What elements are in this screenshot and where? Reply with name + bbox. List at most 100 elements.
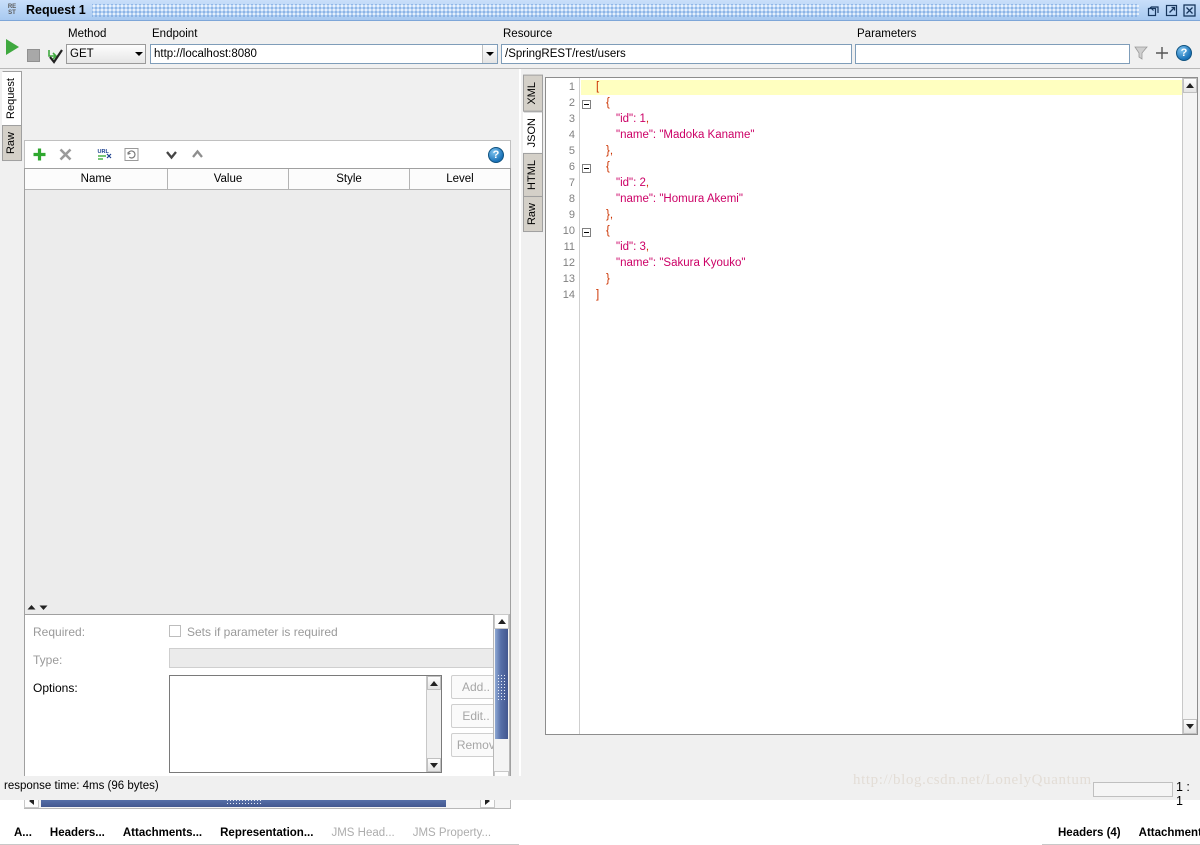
- code-line[interactable]: {: [606, 97, 610, 109]
- add-parameter-icon[interactable]: [30, 146, 48, 164]
- filter-params-icon[interactable]: [1133, 45, 1149, 61]
- line-number: 3: [568, 113, 575, 125]
- tab-html[interactable]: HTML: [523, 152, 543, 197]
- code-line[interactable]: },: [606, 209, 613, 221]
- response-viewer-panel: XML JSON HTML Raw 1 2 3 4 5 6 7 8 9 10 11 12 13 14 [{…: [521, 69, 1200, 845]
- options-scroll-up-icon[interactable]: [427, 676, 441, 690]
- line-number: 7: [568, 177, 575, 189]
- fold-toggle-icon[interactable]: [582, 228, 591, 237]
- line-number-gutter: 1 2 3 4 5 6 7 8 9 10 11 12 13 14: [546, 78, 580, 734]
- panel-splitter[interactable]: [24, 600, 511, 614]
- options-scroll-down-icon[interactable]: [427, 758, 441, 772]
- endpoint-label: Endpoint: [152, 28, 198, 40]
- code-line[interactable]: [: [596, 81, 599, 93]
- code-content[interactable]: [ { "id": 1, "name": "Madoka Kaname"}, { "id"…: [594, 78, 1181, 734]
- restore-window-icon[interactable]: [1145, 3, 1161, 18]
- line-number: 1: [568, 81, 575, 93]
- tab-attachments-request[interactable]: Attachments...: [114, 827, 211, 839]
- line-number: 4: [568, 129, 575, 141]
- detail-vertical-scrollbar[interactable]: [493, 614, 510, 786]
- tab-raw-request[interactable]: Raw: [2, 124, 22, 161]
- submit-request-button[interactable]: [6, 39, 19, 55]
- response-bottom-tabs: Headers (4) Attachments (0) SSL Info Rep…: [1042, 821, 1200, 845]
- window-controls: [1145, 3, 1197, 18]
- endpoint-dropdown-icon[interactable]: [482, 45, 497, 63]
- line-number: 2: [568, 97, 575, 109]
- close-window-icon[interactable]: [1181, 3, 1197, 18]
- code-line[interactable]: "name": "Madoka Kaname": [616, 129, 754, 141]
- column-header-value[interactable]: Value: [168, 169, 289, 190]
- code-line[interactable]: "name": "Sakura Kyouko": [616, 257, 746, 269]
- type-input[interactable]: [169, 648, 510, 668]
- column-header-name[interactable]: Name: [25, 169, 168, 190]
- type-label: Type:: [33, 653, 63, 667]
- tab-headers-response[interactable]: Headers (4): [1042, 827, 1130, 839]
- method-value: GET: [70, 48, 94, 60]
- code-line[interactable]: "name": "Homura Akemi": [616, 193, 743, 205]
- parameters-table[interactable]: Name Value Style Level: [24, 168, 511, 628]
- parameters-toolbar: URL ?: [24, 140, 511, 168]
- submit-and-validate-icon[interactable]: [46, 48, 64, 64]
- window-title: Request 1: [26, 3, 86, 17]
- fold-toggle-icon[interactable]: [582, 100, 591, 109]
- tab-xml[interactable]: XML: [523, 75, 543, 112]
- tab-headers-request[interactable]: Headers...: [41, 827, 114, 839]
- tab-request[interactable]: Request: [2, 71, 22, 126]
- detail-scroll-up-icon[interactable]: [494, 614, 509, 629]
- move-up-icon[interactable]: [188, 146, 206, 164]
- collapse-up-icon[interactable]: [26, 602, 37, 613]
- code-line[interactable]: }: [606, 273, 610, 285]
- response-json-editor[interactable]: 1 2 3 4 5 6 7 8 9 10 11 12 13 14 [{"id": 1, "name": "M…: [545, 77, 1198, 735]
- method-select[interactable]: GET: [66, 44, 146, 64]
- cursor-position-counter: 1 : 1: [1176, 780, 1190, 808]
- tab-jms-property[interactable]: JMS Property...: [404, 827, 500, 839]
- parameters-table-header: Name Value Style Level: [25, 169, 510, 190]
- code-line[interactable]: {: [606, 225, 610, 237]
- chevron-down-icon: [135, 52, 143, 56]
- cancel-request-button[interactable]: [27, 49, 40, 62]
- code-line[interactable]: "id": 1,: [616, 113, 649, 125]
- line-number: 6: [568, 161, 575, 173]
- help-icon[interactable]: ?: [1176, 45, 1192, 61]
- code-line[interactable]: "id": 3,: [616, 241, 649, 253]
- code-fold-column[interactable]: [580, 78, 594, 734]
- endpoint-input[interactable]: http://localhost:8080: [150, 44, 498, 64]
- maximize-window-icon[interactable]: [1163, 3, 1179, 18]
- editor-scroll-up-icon[interactable]: [1183, 78, 1197, 93]
- url-encode-icon[interactable]: URL: [96, 146, 114, 164]
- tab-json[interactable]: JSON: [523, 110, 543, 154]
- tab-attachments-response[interactable]: Attachments (0): [1130, 827, 1200, 839]
- tab-raw-response[interactable]: Raw: [523, 195, 543, 232]
- tab-representation-request[interactable]: Representation...: [211, 827, 322, 839]
- tab-jms-headers[interactable]: JMS Head...: [322, 827, 403, 839]
- parameters-label: Parameters: [857, 28, 917, 40]
- editor-scroll-down-icon[interactable]: [1183, 719, 1197, 734]
- code-line[interactable]: ]: [596, 289, 599, 301]
- code-line[interactable]: {: [606, 161, 610, 173]
- detail-scroll-thumb[interactable]: [495, 629, 508, 739]
- code-line[interactable]: },: [606, 145, 613, 157]
- request-view-tabs: Request Raw: [2, 71, 22, 161]
- remove-parameter-icon[interactable]: [56, 146, 74, 164]
- resource-input[interactable]: /SpringREST/rest/users: [501, 44, 852, 64]
- column-header-style[interactable]: Style: [289, 169, 410, 190]
- options-list-scrollbar[interactable]: [426, 676, 441, 772]
- parameters-help-icon[interactable]: ?: [488, 146, 504, 163]
- move-down-icon[interactable]: [162, 146, 180, 164]
- editor-vertical-scrollbar[interactable]: [1182, 78, 1197, 734]
- refresh-params-icon[interactable]: [122, 146, 140, 164]
- options-list[interactable]: [169, 675, 442, 773]
- code-line[interactable]: "id": 2,: [616, 177, 649, 189]
- title-drag-grip[interactable]: [91, 3, 1139, 17]
- app-icon-line2: ST: [8, 10, 16, 16]
- add-param-plus-icon[interactable]: [1155, 46, 1169, 60]
- tab-auth[interactable]: A...: [0, 827, 41, 839]
- fold-toggle-icon[interactable]: [582, 164, 591, 173]
- parameters-table-body[interactable]: [25, 190, 510, 627]
- required-checkbox[interactable]: [169, 625, 181, 637]
- column-header-level[interactable]: Level: [410, 169, 510, 190]
- line-number: 8: [568, 193, 575, 205]
- collapse-down-icon[interactable]: [38, 602, 49, 613]
- parameters-input[interactable]: [855, 44, 1130, 64]
- window-title-bar: RE ST Request 1: [0, 0, 1200, 21]
